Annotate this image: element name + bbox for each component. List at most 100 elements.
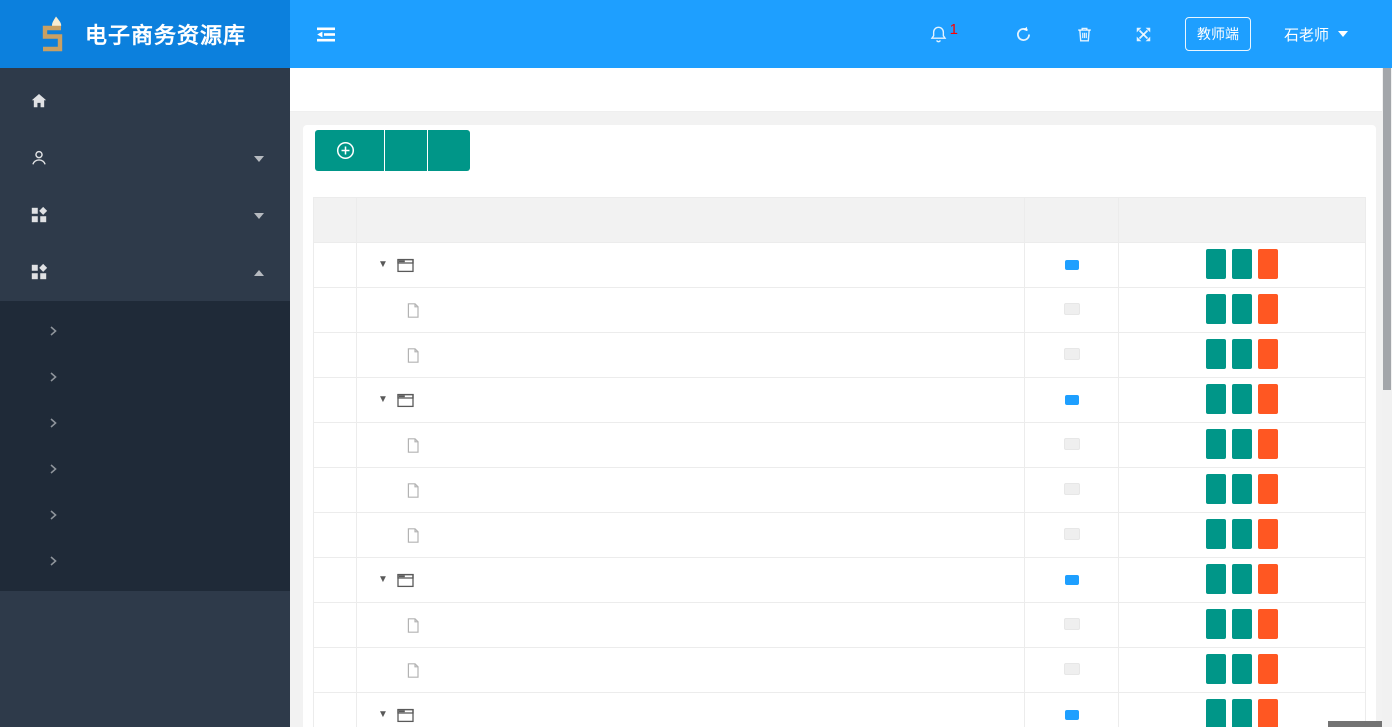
row-index <box>313 332 357 378</box>
user-dropdown[interactable]: 石老师 <box>1284 24 1348 45</box>
sidebar-subitem-2[interactable] <box>0 400 290 446</box>
row-name-cell: ▼ <box>357 573 1024 588</box>
username: 石老师 <box>1283 26 1329 44</box>
content-card: ▼ ▼ ▼ ▼ <box>303 125 1376 727</box>
row-action-delete-button[interactable] <box>1258 473 1278 504</box>
toolbar-button-1[interactable] <box>385 130 427 171</box>
chapter-table: ▼ ▼ ▼ ▼ <box>313 197 1366 727</box>
tree-collapse-caret[interactable]: ▼ <box>378 710 388 720</box>
trash-icon[interactable] <box>1075 25 1094 44</box>
row-action-resource-manage-button[interactable] <box>1206 653 1226 684</box>
toolbar-button-2[interactable] <box>428 130 470 171</box>
topbar: 电子商务资源库 1 教师端 石老师 <box>0 0 1392 68</box>
section-file-icon <box>406 482 420 499</box>
chapter-folder-icon <box>397 393 414 408</box>
row-action-edit-button[interactable] <box>1232 338 1252 369</box>
row-action-delete-button[interactable] <box>1258 428 1278 459</box>
chapter-folder-icon <box>397 573 414 588</box>
row-action-edit-button[interactable] <box>1232 428 1252 459</box>
sidebar-item-1[interactable] <box>0 130 290 187</box>
table-row <box>313 647 1366 693</box>
chevron-right-icon <box>47 555 59 567</box>
sidebar-subitem-3[interactable] <box>0 446 290 492</box>
table-row <box>313 602 1366 648</box>
sidebar-subitem-4[interactable] <box>0 492 290 538</box>
row-action-edit-button[interactable] <box>1232 563 1252 594</box>
sidebar-menu <box>0 68 290 591</box>
row-name-cell: ▼ <box>357 258 1024 273</box>
tree-collapse-caret[interactable]: ▼ <box>378 575 388 585</box>
sidebar-submenu <box>0 301 290 591</box>
vertical-scrollbar-thumb[interactable] <box>1383 68 1391 390</box>
row-action-delete-button[interactable] <box>1258 293 1278 324</box>
row-action-add-section-button[interactable] <box>1206 698 1226 727</box>
row-index <box>313 287 357 333</box>
refresh-icon[interactable] <box>1014 25 1033 44</box>
row-action-delete-button[interactable] <box>1258 698 1278 727</box>
type-badge-chapter <box>1064 260 1079 270</box>
row-actions-cell <box>1118 287 1366 333</box>
row-action-delete-button[interactable] <box>1258 383 1278 414</box>
row-action-delete-button[interactable] <box>1258 248 1278 279</box>
row-action-edit-button[interactable] <box>1232 383 1252 414</box>
row-action-delete-button[interactable] <box>1258 653 1278 684</box>
row-action-resource-manage-button[interactable] <box>1206 293 1226 324</box>
sidebar-item-3[interactable] <box>0 244 290 301</box>
chevron-right-icon <box>47 463 59 475</box>
row-action-resource-manage-button[interactable] <box>1206 473 1226 504</box>
chevron-right-icon <box>47 325 59 337</box>
row-action-add-section-button[interactable] <box>1206 563 1226 594</box>
row-actions-cell <box>1118 467 1366 513</box>
tree-collapse-caret[interactable]: ▼ <box>378 260 388 270</box>
sidebar-subitem-0[interactable] <box>0 308 290 354</box>
row-action-resource-manage-button[interactable] <box>1206 608 1226 639</box>
tree-collapse-caret[interactable]: ▼ <box>378 395 388 405</box>
row-action-edit-button[interactable] <box>1232 698 1252 727</box>
sidebar-subitem-5[interactable] <box>0 538 290 584</box>
fullscreen-icon[interactable] <box>1134 25 1153 44</box>
user-icon <box>30 149 49 168</box>
sidebar-item-2[interactable] <box>0 187 290 244</box>
horizontal-scrollbar-thumb[interactable] <box>1328 721 1382 727</box>
type-badge-chapter <box>1064 575 1079 585</box>
row-action-delete-button[interactable] <box>1258 518 1278 549</box>
type-badge-section <box>1063 618 1080 630</box>
row-index <box>313 692 357 727</box>
row-index <box>313 512 357 558</box>
vertical-scrollbar[interactable] <box>1382 68 1392 727</box>
type-badge-section <box>1063 528 1080 540</box>
row-name-cell: ▼ <box>357 708 1024 723</box>
row-action-resource-manage-button[interactable] <box>1206 428 1226 459</box>
row-action-edit-button[interactable] <box>1232 473 1252 504</box>
notifications-button[interactable]: 1 <box>929 21 958 44</box>
table-row <box>313 512 1366 558</box>
row-action-edit-button[interactable] <box>1232 608 1252 639</box>
row-action-edit-button[interactable] <box>1232 293 1252 324</box>
teacher-mode-button[interactable]: 教师端 <box>1184 17 1251 51</box>
row-name-cell <box>357 617 1024 634</box>
toolbar-button-0[interactable] <box>315 130 384 171</box>
row-action-resource-manage-button[interactable] <box>1206 518 1226 549</box>
chapter-folder-icon <box>397 258 414 273</box>
row-action-edit-button[interactable] <box>1232 518 1252 549</box>
row-actions-cell <box>1118 377 1366 423</box>
row-action-add-section-button[interactable] <box>1206 248 1226 279</box>
sidebar-subitem-1[interactable] <box>0 354 290 400</box>
sidebar-item-0[interactable] <box>0 73 290 130</box>
row-action-delete-button[interactable] <box>1258 608 1278 639</box>
type-badge-section <box>1063 348 1080 360</box>
row-action-edit-button[interactable] <box>1232 248 1252 279</box>
collapse-menu-icon[interactable] <box>313 21 339 47</box>
row-action-edit-button[interactable] <box>1232 653 1252 684</box>
row-action-resource-manage-button[interactable] <box>1206 338 1226 369</box>
row-action-add-section-button[interactable] <box>1206 383 1226 414</box>
row-action-delete-button[interactable] <box>1258 563 1278 594</box>
row-name-cell <box>357 482 1024 499</box>
table-row <box>313 287 1366 333</box>
grid-icon <box>30 263 49 282</box>
row-index <box>313 602 357 648</box>
caret-up-icon <box>254 269 264 276</box>
row-action-delete-button[interactable] <box>1258 338 1278 369</box>
table-row <box>313 422 1366 468</box>
section-file-icon <box>406 302 420 319</box>
